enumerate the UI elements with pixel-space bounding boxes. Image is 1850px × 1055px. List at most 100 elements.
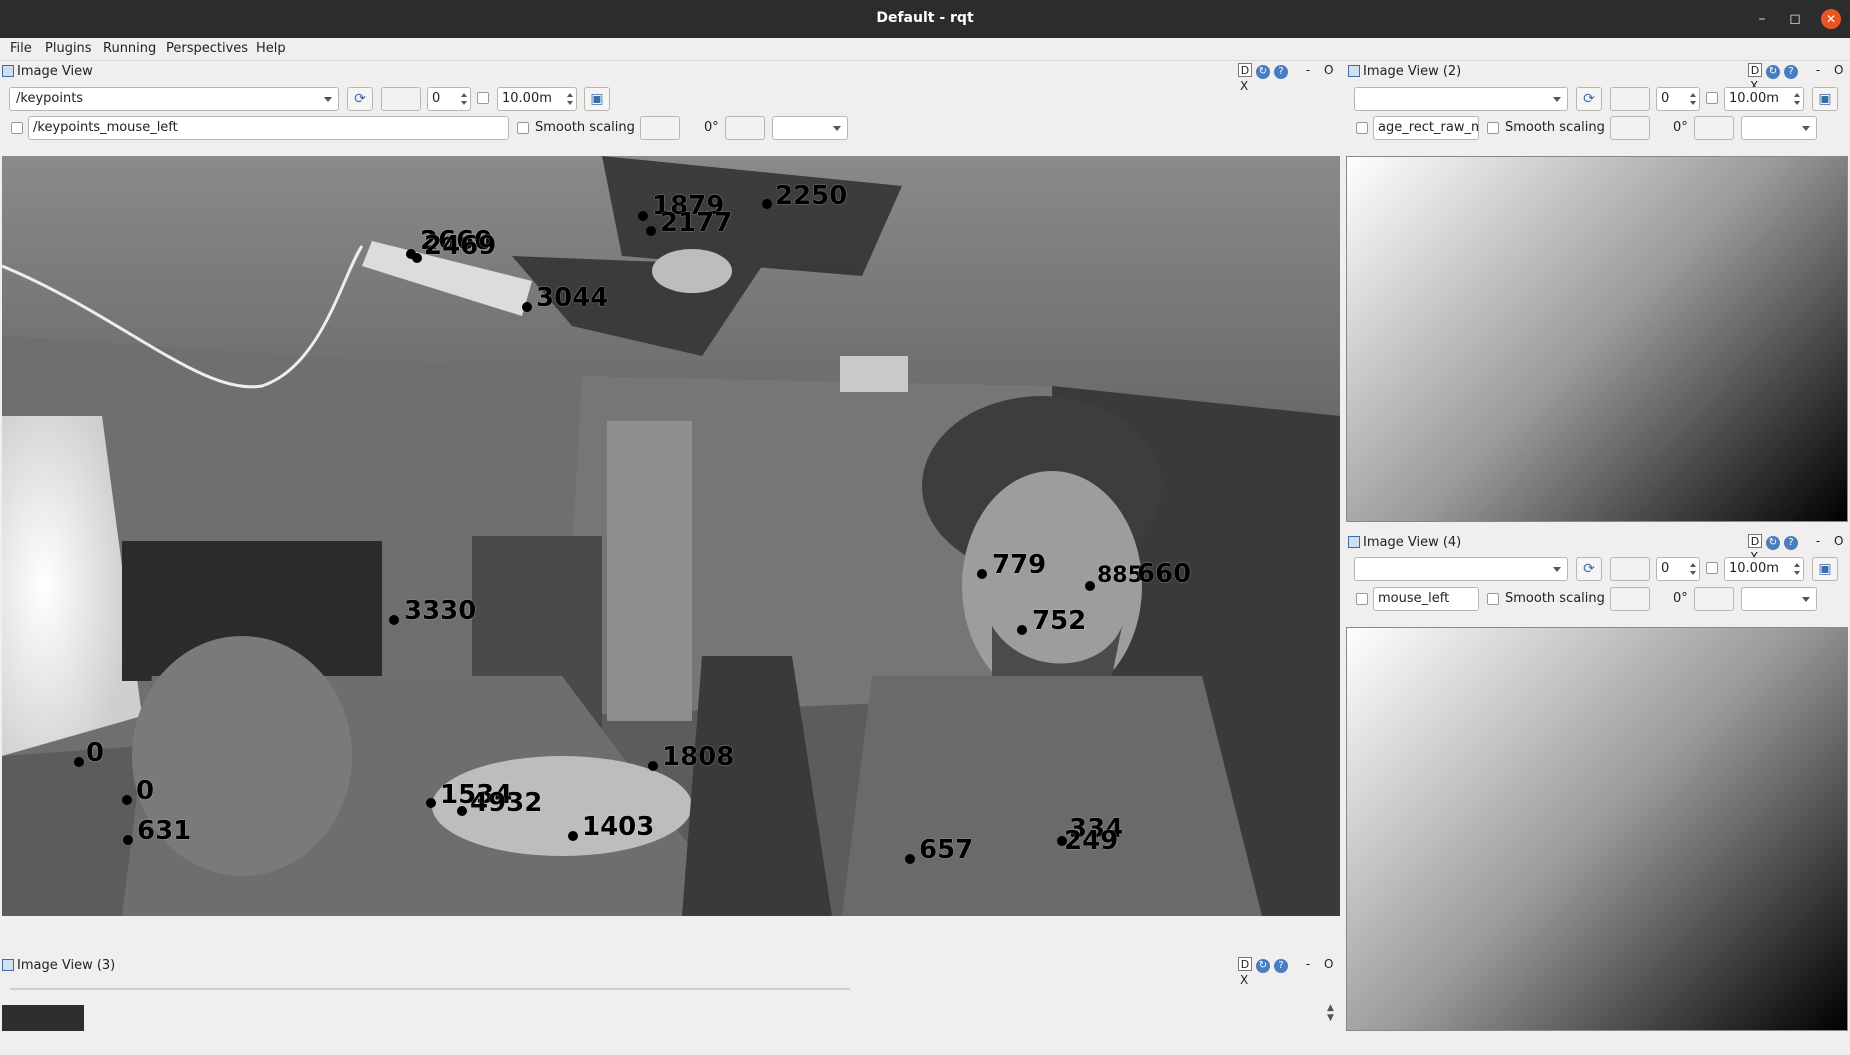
- minimize-button[interactable]: –: [1752, 9, 1772, 29]
- spin-up-icon[interactable]: [1794, 563, 1800, 567]
- dock-close-button[interactable]: X: [1240, 973, 1248, 987]
- help-icon[interactable]: ?: [1274, 65, 1288, 79]
- dock-float-button[interactable]: O: [1834, 534, 1843, 548]
- view4-rotate-right-button[interactable]: [1694, 587, 1734, 611]
- menu-perspectives[interactable]: Perspectives: [166, 41, 248, 56]
- view4-max-range-spin[interactable]: 10.00m: [1724, 557, 1804, 581]
- view2-value-field[interactable]: [1610, 87, 1650, 111]
- keypoint-label: 2250: [775, 181, 848, 211]
- close-button[interactable]: ✕: [1821, 9, 1841, 29]
- keypoint-dot: [646, 226, 656, 236]
- smooth-scaling-checkbox[interactable]: [517, 122, 529, 134]
- rotate-left-button[interactable]: [640, 116, 680, 140]
- spin-box[interactable]: 0: [427, 87, 471, 111]
- dock-d-button[interactable]: D: [1748, 534, 1762, 548]
- view2-image[interactable]: [1346, 156, 1848, 522]
- view2-color-select[interactable]: [1741, 116, 1817, 140]
- view2-topic-select[interactable]: [1354, 87, 1568, 111]
- help-icon[interactable]: ?: [1274, 959, 1288, 973]
- color-scheme-select[interactable]: [772, 116, 848, 140]
- view2-publish-topic-field[interactable]: age_rect_raw_mo: [1373, 116, 1479, 140]
- reload-icon[interactable]: ↻: [1256, 65, 1270, 79]
- view4-publish-topic-field[interactable]: mouse_left: [1373, 587, 1479, 611]
- view2-refresh-button[interactable]: ⟳: [1576, 87, 1602, 111]
- topic-select[interactable]: /keypoints: [9, 87, 339, 111]
- view3-thumbnail[interactable]: [2, 1005, 84, 1031]
- view4-save-button[interactable]: ▣: [1812, 557, 1838, 581]
- spin-down-icon[interactable]: [1690, 571, 1696, 575]
- dock-minimize-button[interactable]: -: [1816, 63, 1820, 77]
- keypoint-dot: [638, 211, 648, 221]
- keypoint-label: 1403: [582, 812, 655, 842]
- dock-minimize-button[interactable]: -: [1816, 534, 1820, 548]
- view4-color-select[interactable]: [1741, 587, 1817, 611]
- view2-spin-box[interactable]: 0: [1656, 87, 1700, 111]
- rotate-right-button[interactable]: [725, 116, 765, 140]
- dock-float-button[interactable]: O: [1834, 63, 1843, 77]
- view2-smooth-checkbox[interactable]: [1487, 122, 1499, 134]
- spin-down-icon[interactable]: [461, 101, 467, 105]
- reload-icon[interactable]: ↻: [1766, 65, 1780, 79]
- refresh-topics-button[interactable]: ⟳: [347, 87, 373, 111]
- chevron-down-icon: [833, 126, 841, 131]
- save-image-button[interactable]: ▣: [584, 87, 610, 111]
- menu-running[interactable]: Running: [103, 41, 156, 56]
- view3-scroll-arrows[interactable]: ▲ ▼: [1327, 1003, 1334, 1023]
- dock-float-button[interactable]: O: [1324, 957, 1333, 971]
- smooth-scaling-label: Smooth scaling: [535, 120, 635, 135]
- menu-help[interactable]: Help: [256, 41, 286, 56]
- dock-minimize-button[interactable]: -: [1306, 957, 1310, 971]
- spin-up-icon[interactable]: [1690, 93, 1696, 97]
- dock-minimize-button[interactable]: -: [1306, 63, 1310, 77]
- view4-value-field[interactable]: [1610, 557, 1650, 581]
- value-field[interactable]: [381, 87, 421, 111]
- view4-publish-checkbox[interactable]: [1356, 593, 1368, 605]
- view4-rotate-left-button[interactable]: [1610, 587, 1650, 611]
- menu-plugins[interactable]: Plugins: [45, 41, 92, 56]
- refresh-icon: ⟳: [1583, 561, 1595, 577]
- view4-image[interactable]: [1346, 627, 1848, 1031]
- view4-smooth-checkbox[interactable]: [1487, 593, 1499, 605]
- publish-checkbox[interactable]: [11, 122, 23, 134]
- view2-save-button[interactable]: ▣: [1812, 87, 1838, 111]
- spin-down-icon[interactable]: [567, 101, 573, 105]
- dock-d-button[interactable]: D: [1238, 63, 1252, 77]
- dock-d-button[interactable]: D: [1238, 957, 1252, 971]
- help-icon[interactable]: ?: [1784, 536, 1798, 550]
- plugin-icon: [1348, 536, 1360, 548]
- spin-up-icon[interactable]: [461, 93, 467, 97]
- view2-rotate-left-button[interactable]: [1610, 116, 1650, 140]
- view2-titlebar: Image View (2) D ↻? - O X: [1346, 62, 1850, 93]
- refresh-icon: ⟳: [1583, 91, 1595, 107]
- publish-topic-field[interactable]: /keypoints_mouse_left: [28, 116, 509, 140]
- view3-toolbar-clipped: [10, 978, 850, 990]
- help-icon[interactable]: ?: [1784, 65, 1798, 79]
- view4-topic-select[interactable]: [1354, 557, 1568, 581]
- keypoint-dot: [74, 757, 84, 767]
- view4-range-checkbox[interactable]: [1706, 562, 1718, 574]
- view4-spin-box[interactable]: 0: [1656, 557, 1700, 581]
- menu-file[interactable]: File: [10, 41, 32, 56]
- maximize-button[interactable]: ◻: [1785, 9, 1805, 29]
- camera-image[interactable]: 1879 2177 2250 2660 2469 3044 3330 779 8…: [2, 156, 1340, 916]
- keypoint-dot: [977, 569, 987, 579]
- dock-close-button[interactable]: X: [1240, 79, 1248, 93]
- view2-publish-checkbox[interactable]: [1356, 122, 1368, 134]
- spin-up-icon[interactable]: [1690, 563, 1696, 567]
- view4-refresh-button[interactable]: ⟳: [1576, 557, 1602, 581]
- spin-up-icon[interactable]: [1794, 93, 1800, 97]
- reload-icon[interactable]: ↻: [1256, 959, 1270, 973]
- view2-max-range-spin[interactable]: 10.00m: [1724, 87, 1804, 111]
- spin-down-icon[interactable]: [1794, 101, 1800, 105]
- dock-d-button[interactable]: D: [1748, 63, 1762, 77]
- reload-icon[interactable]: ↻: [1766, 536, 1780, 550]
- spin-down-icon[interactable]: [1794, 571, 1800, 575]
- spin-down-icon[interactable]: [1690, 101, 1696, 105]
- view2-range-checkbox[interactable]: [1706, 92, 1718, 104]
- view2-rotate-right-button[interactable]: [1694, 116, 1734, 140]
- max-range-spin[interactable]: 10.00m: [497, 87, 577, 111]
- dock-float-button[interactable]: O: [1324, 63, 1333, 77]
- range-checkbox[interactable]: [477, 92, 489, 104]
- max-range-value: 10.00m: [502, 91, 552, 106]
- spin-up-icon[interactable]: [567, 93, 573, 97]
